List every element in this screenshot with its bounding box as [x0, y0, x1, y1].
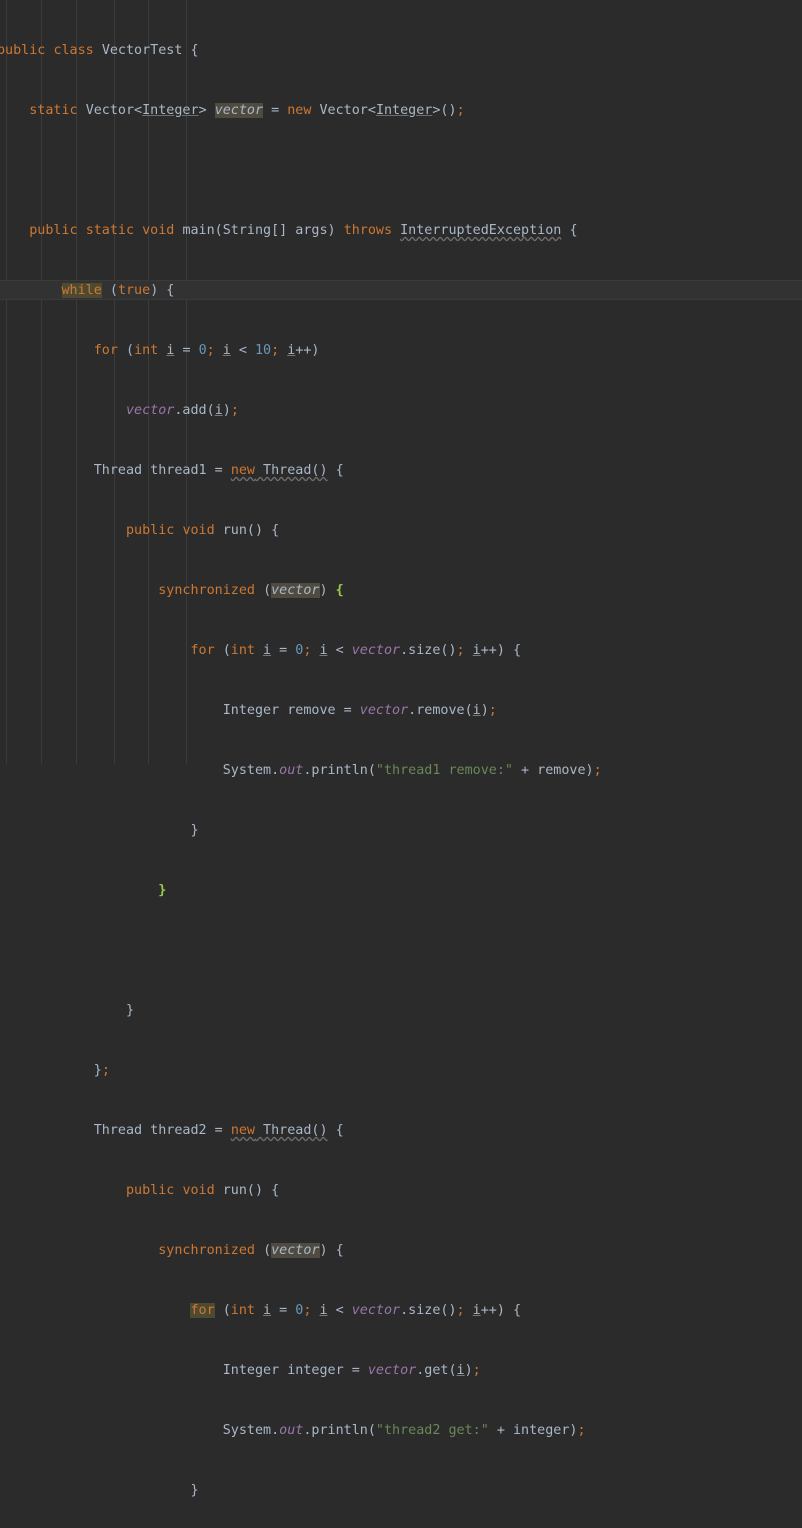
- code-line: }: [158, 883, 167, 898]
- code-line: public void run() {: [126, 1183, 280, 1198]
- code-line: synchronized (vector) {: [158, 583, 344, 598]
- code-line: while (true) {: [61, 283, 175, 298]
- code-line: }: [190, 823, 199, 838]
- code-line: for (int i = 0; i < 10; i++): [93, 343, 320, 358]
- code-line: public void run() {: [126, 523, 280, 538]
- code-line: static Vector<Integer> vector = new Vect…: [29, 103, 465, 118]
- code-line: public class VectorTest {: [0, 43, 199, 58]
- code-text[interactable]: public class VectorTest { static Vector<…: [0, 1, 802, 1498]
- code-line: for (int i = 0; i < vector.size(); i++) …: [190, 643, 522, 658]
- code-line: synchronized (vector) {: [158, 1243, 344, 1258]
- code-line: System.out.println("thread2 get:" + inte…: [222, 1423, 586, 1438]
- code-line: }: [126, 1003, 135, 1018]
- code-line: Thread thread1 = new Thread() {: [93, 463, 344, 478]
- code-line: vector.add(i);: [126, 403, 239, 418]
- code-line: Thread thread2 = new Thread() {: [93, 1123, 344, 1138]
- code-editor[interactable]: public class VectorTest { static Vector<…: [0, 0, 802, 1498]
- code-line: for (int i = 0; i < vector.size(); i++) …: [190, 1303, 522, 1318]
- code-line: System.out.println("thread1 remove:" + r…: [222, 763, 602, 778]
- code-line: Integer integer = vector.get(i);: [222, 1363, 481, 1378]
- code-line: };: [93, 1063, 110, 1078]
- code-line: Integer remove = vector.remove(i);: [222, 703, 497, 718]
- code-line: public static void main(String[] args) t…: [29, 223, 578, 238]
- code-line: }: [190, 1483, 199, 1498]
